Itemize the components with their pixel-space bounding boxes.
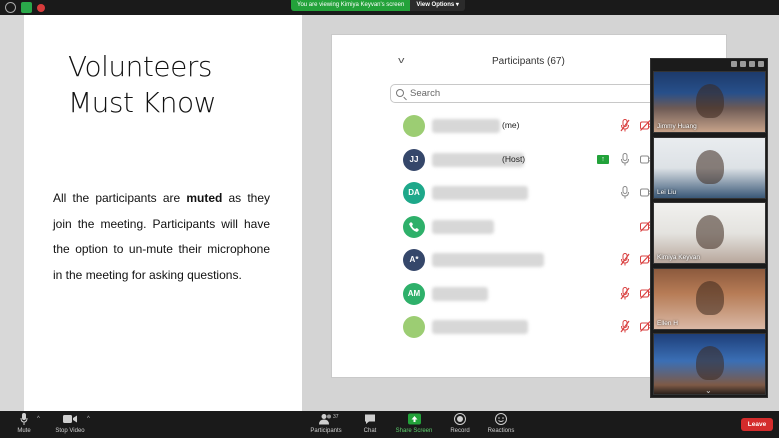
meeting-toolbar: Mute ^ Stop Video ^ Participants 37 Chat…	[0, 411, 779, 438]
record-icon	[454, 413, 466, 425]
search-placeholder: Search	[410, 88, 441, 99]
participants-search-input: Search	[390, 84, 656, 103]
video-tile[interactable]: Lei Liu	[653, 136, 766, 199]
video-tile[interactable]: Ellen H	[653, 267, 766, 330]
meeting-info-icon[interactable]	[5, 2, 16, 13]
slide-body-pre: All the participants are	[53, 191, 187, 205]
view-options-button[interactable]: View Options ▾	[410, 0, 465, 11]
share-screen-icon	[407, 413, 421, 425]
chevron-up-icon[interactable]: ^	[87, 416, 90, 422]
participant-avatar: A*	[403, 249, 425, 271]
video-tile[interactable]: Jimmy Huang	[653, 71, 766, 133]
top-bar: You are viewing Kimiya Keyvan's screen V…	[0, 0, 779, 15]
video-tile-name: Lei Liu	[657, 188, 677, 196]
expand-icon[interactable]	[758, 61, 764, 67]
recording-indicator-icon	[37, 4, 45, 12]
video-tile-name: Ellen H	[657, 319, 678, 327]
reactions-button[interactable]: Reactions	[484, 413, 518, 437]
video-tile-name: Jimmy Huang	[657, 123, 697, 130]
participants-count: 37	[333, 414, 339, 420]
video-tile[interactable]: Kimiya Keyvan	[653, 202, 766, 264]
participant-video-silhouette	[696, 149, 724, 184]
slide: Volunteers Must Know All the participant…	[24, 15, 302, 411]
slide-title: Volunteers Must Know	[68, 49, 288, 121]
search-icon	[396, 89, 404, 97]
record-label: Record	[450, 428, 470, 434]
participant-video-silhouette	[696, 280, 724, 315]
participant-name-redacted	[432, 253, 544, 267]
grid-icon[interactable]	[749, 61, 755, 67]
slide-body: All the participants are muted as they j…	[53, 186, 270, 288]
microphone-muted-icon	[620, 320, 630, 333]
participants-title: Participants (67)	[492, 56, 565, 67]
microphone-muted-icon	[620, 286, 630, 299]
microphone-muted-icon	[620, 253, 630, 266]
participant-name-redacted	[432, 219, 494, 234]
participants-icon	[319, 414, 331, 425]
participant-role-tag: (me)	[502, 120, 520, 130]
participant-avatar	[403, 115, 425, 137]
microphone-icon	[621, 152, 629, 165]
video-strip-controls	[651, 59, 767, 70]
phone-icon	[403, 215, 425, 238]
video-tile-name: Kimiya Keyvan	[657, 254, 700, 261]
participant-avatar: JJ	[403, 148, 425, 171]
slide-title-line1: Volunteers	[68, 50, 212, 83]
stop-video-label: Stop Video	[55, 428, 85, 434]
slide-title-line2: Must Know	[68, 86, 217, 119]
video-gallery-strip: Jimmy Huang Lei Liu Kimiya Keyvan Ellen H ⌄	[650, 58, 768, 398]
participant-video-silhouette	[696, 215, 724, 249]
participant-avatar: AM	[403, 282, 425, 305]
chat-icon	[365, 414, 375, 424]
chat-button[interactable]: Chat	[360, 413, 380, 437]
participants-label: Participants	[310, 428, 342, 434]
camera-icon	[63, 415, 77, 423]
screen-share-icon: ↑	[597, 154, 609, 164]
participant-name-redacted	[432, 320, 528, 334]
chat-label: Chat	[363, 428, 377, 434]
reactions-icon	[495, 413, 507, 425]
participant-name-redacted	[432, 286, 488, 301]
chevron-up-icon[interactable]: ^	[37, 416, 40, 422]
participant-name-redacted	[432, 119, 500, 133]
share-screen-label: Share Screen	[395, 428, 433, 434]
layout-icon[interactable]	[740, 61, 746, 67]
participant-avatar: DA	[403, 182, 425, 204]
mute-label: Mute	[17, 428, 31, 434]
participant-name-redacted	[432, 186, 528, 200]
stop-video-button[interactable]: Stop Video	[53, 413, 87, 437]
microphone-icon	[20, 413, 28, 425]
minimize-icon[interactable]	[731, 61, 737, 67]
reactions-label: Reactions	[487, 428, 515, 434]
microphone-muted-icon	[620, 119, 630, 132]
participant-role-tag: (Host)	[502, 153, 526, 164]
view-options-label: View Options	[416, 2, 455, 8]
security-shield-icon[interactable]	[21, 2, 32, 13]
slide-body-bold: muted	[186, 191, 223, 205]
chevron-down-icon: v	[398, 55, 405, 65]
zoom-meeting-window: You are viewing Kimiya Keyvan's screen V…	[0, 0, 779, 438]
microphone-icon	[621, 186, 629, 199]
mute-button[interactable]: Mute	[12, 413, 36, 437]
record-button[interactable]: Record	[448, 413, 472, 437]
participant-avatar	[403, 316, 425, 338]
participant-video-silhouette	[696, 84, 724, 118]
leave-button[interactable]: Leave	[741, 418, 773, 431]
sharing-banner-text: You are viewing Kimiya Keyvan's screen	[291, 0, 411, 11]
chevron-down-icon[interactable]: ⌄	[705, 386, 712, 395]
share-screen-button[interactable]: Share Screen	[395, 413, 433, 437]
participant-video-silhouette	[696, 346, 724, 380]
sharing-banner: You are viewing Kimiya Keyvan's screen V…	[291, 0, 465, 11]
